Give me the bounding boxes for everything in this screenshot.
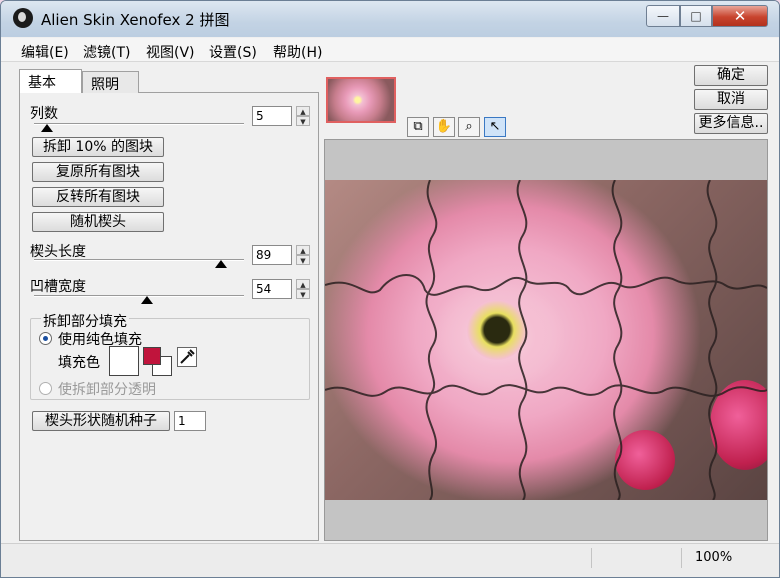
knob-length-slider-track[interactable]	[34, 259, 244, 261]
menu-edit[interactable]: 编辑(E)	[21, 42, 69, 62]
groove-width-slider-track[interactable]	[34, 295, 244, 297]
magnifier-icon[interactable]: ⌕	[458, 117, 480, 137]
menu-help[interactable]: 帮助(H)	[273, 42, 322, 62]
invert-all-button[interactable]: 反转所有图块	[32, 187, 164, 207]
solid-fill-radio[interactable]	[39, 332, 52, 345]
fill-color-swatch[interactable]	[109, 346, 139, 376]
spin-down-icon[interactable]: ▼	[296, 255, 310, 265]
ok-button[interactable]: 确定	[694, 65, 768, 86]
columns-input[interactable]: 5	[252, 106, 292, 126]
tab-lighting[interactable]: 照明	[82, 71, 139, 93]
menu-filter[interactable]: 滤镜(T)	[83, 42, 130, 62]
columns-slider-thumb[interactable]	[40, 124, 53, 132]
knob-length-slider-thumb[interactable]	[214, 260, 227, 268]
transparent-fill-label: 使拆卸部分透明	[58, 382, 156, 398]
title-bar: Alien Skin Xenofex 2 拼图 — □ ✕	[1, 1, 779, 37]
groove-width-spinner[interactable]: ▲ ▼	[296, 279, 310, 299]
preview-canvas[interactable]	[324, 139, 768, 541]
puzzle-lines	[325, 180, 767, 500]
close-button[interactable]: ✕	[712, 5, 768, 27]
knob-length-input[interactable]: 89	[252, 245, 292, 265]
spin-up-icon[interactable]: ▲	[296, 245, 310, 255]
groove-width-label: 凹槽宽度	[30, 279, 86, 295]
preview-area: ⧉ ✋ ⌕ ↖ 确定 取消 更多信息..	[324, 63, 770, 541]
fill-group-title: 拆卸部分填充	[41, 311, 129, 331]
status-divider	[681, 548, 682, 568]
settings-panel: 列数 5 ▲ ▼ 拆卸 10% 的图块 复原所有图块 反转所有图块 随机楔头 楔头…	[19, 69, 319, 541]
hand-icon[interactable]: ✋	[433, 117, 455, 137]
basic-tab-panel: 列数 5 ▲ ▼ 拆卸 10% 的图块 复原所有图块 反转所有图块 随机楔头 楔头…	[19, 92, 319, 541]
minimize-button[interactable]: —	[646, 5, 680, 27]
transparent-fill-radio[interactable]	[39, 382, 52, 395]
jigsaw-preview-image	[325, 180, 767, 500]
app-window: Alien Skin Xenofex 2 拼图 — □ ✕ 编辑(E) 滤镜(T…	[0, 0, 780, 578]
menu-settings[interactable]: 设置(S)	[209, 42, 257, 62]
thumbnail-strip: ⧉ ✋ ⌕ ↖ 确定 取消 更多信息..	[324, 63, 770, 137]
knob-length-spinner[interactable]: ▲ ▼	[296, 245, 310, 265]
groove-width-input[interactable]: 54	[252, 279, 292, 299]
columns-spinner[interactable]: ▲ ▼	[296, 106, 310, 126]
more-info-button[interactable]: 更多信息..	[694, 113, 768, 134]
preview-thumbnail[interactable]	[326, 77, 396, 123]
compare-icon[interactable]: ⧉	[407, 117, 429, 137]
cancel-button[interactable]: 取消	[694, 89, 768, 110]
groove-width-slider-thumb[interactable]	[141, 296, 154, 304]
app-icon	[13, 8, 33, 28]
spin-up-icon[interactable]: ▲	[296, 279, 310, 289]
random-seed-button[interactable]: 楔头形状随机种子	[32, 411, 170, 431]
maximize-button[interactable]: □	[680, 5, 712, 27]
eyedropper-icon[interactable]	[177, 347, 197, 367]
remove-10-percent-button[interactable]: 拆卸 10% 的图块	[32, 137, 164, 157]
status-bar: 100%	[1, 543, 779, 577]
zoom-level: 100%	[695, 550, 733, 565]
random-seed-input[interactable]: 1	[174, 411, 206, 431]
tab-basic[interactable]: 基本	[19, 69, 82, 93]
arrow-pointer-icon[interactable]: ↖	[484, 117, 506, 137]
spin-down-icon[interactable]: ▼	[296, 116, 310, 126]
menu-bar: 编辑(E) 滤镜(T) 视图(V) 设置(S) 帮助(H)	[1, 38, 779, 62]
window-title: Alien Skin Xenofex 2 拼图	[41, 11, 230, 29]
status-divider	[591, 548, 592, 568]
menu-view[interactable]: 视图(V)	[146, 42, 195, 62]
fill-options-group: 拆卸部分填充 使用纯色填充 填充色 使拆卸部分透明	[30, 311, 310, 400]
spin-up-icon[interactable]: ▲	[296, 106, 310, 116]
knob-length-label: 楔头长度	[30, 244, 86, 260]
fill-color-label: 填充色	[58, 355, 100, 371]
fill-color-front-swatch[interactable]	[143, 347, 161, 365]
columns-label: 列数	[30, 106, 58, 122]
restore-all-button[interactable]: 复原所有图块	[32, 162, 164, 182]
spin-down-icon[interactable]: ▼	[296, 289, 310, 299]
columns-slider-track[interactable]	[34, 123, 244, 125]
random-knobs-button[interactable]: 随机楔头	[32, 212, 164, 232]
